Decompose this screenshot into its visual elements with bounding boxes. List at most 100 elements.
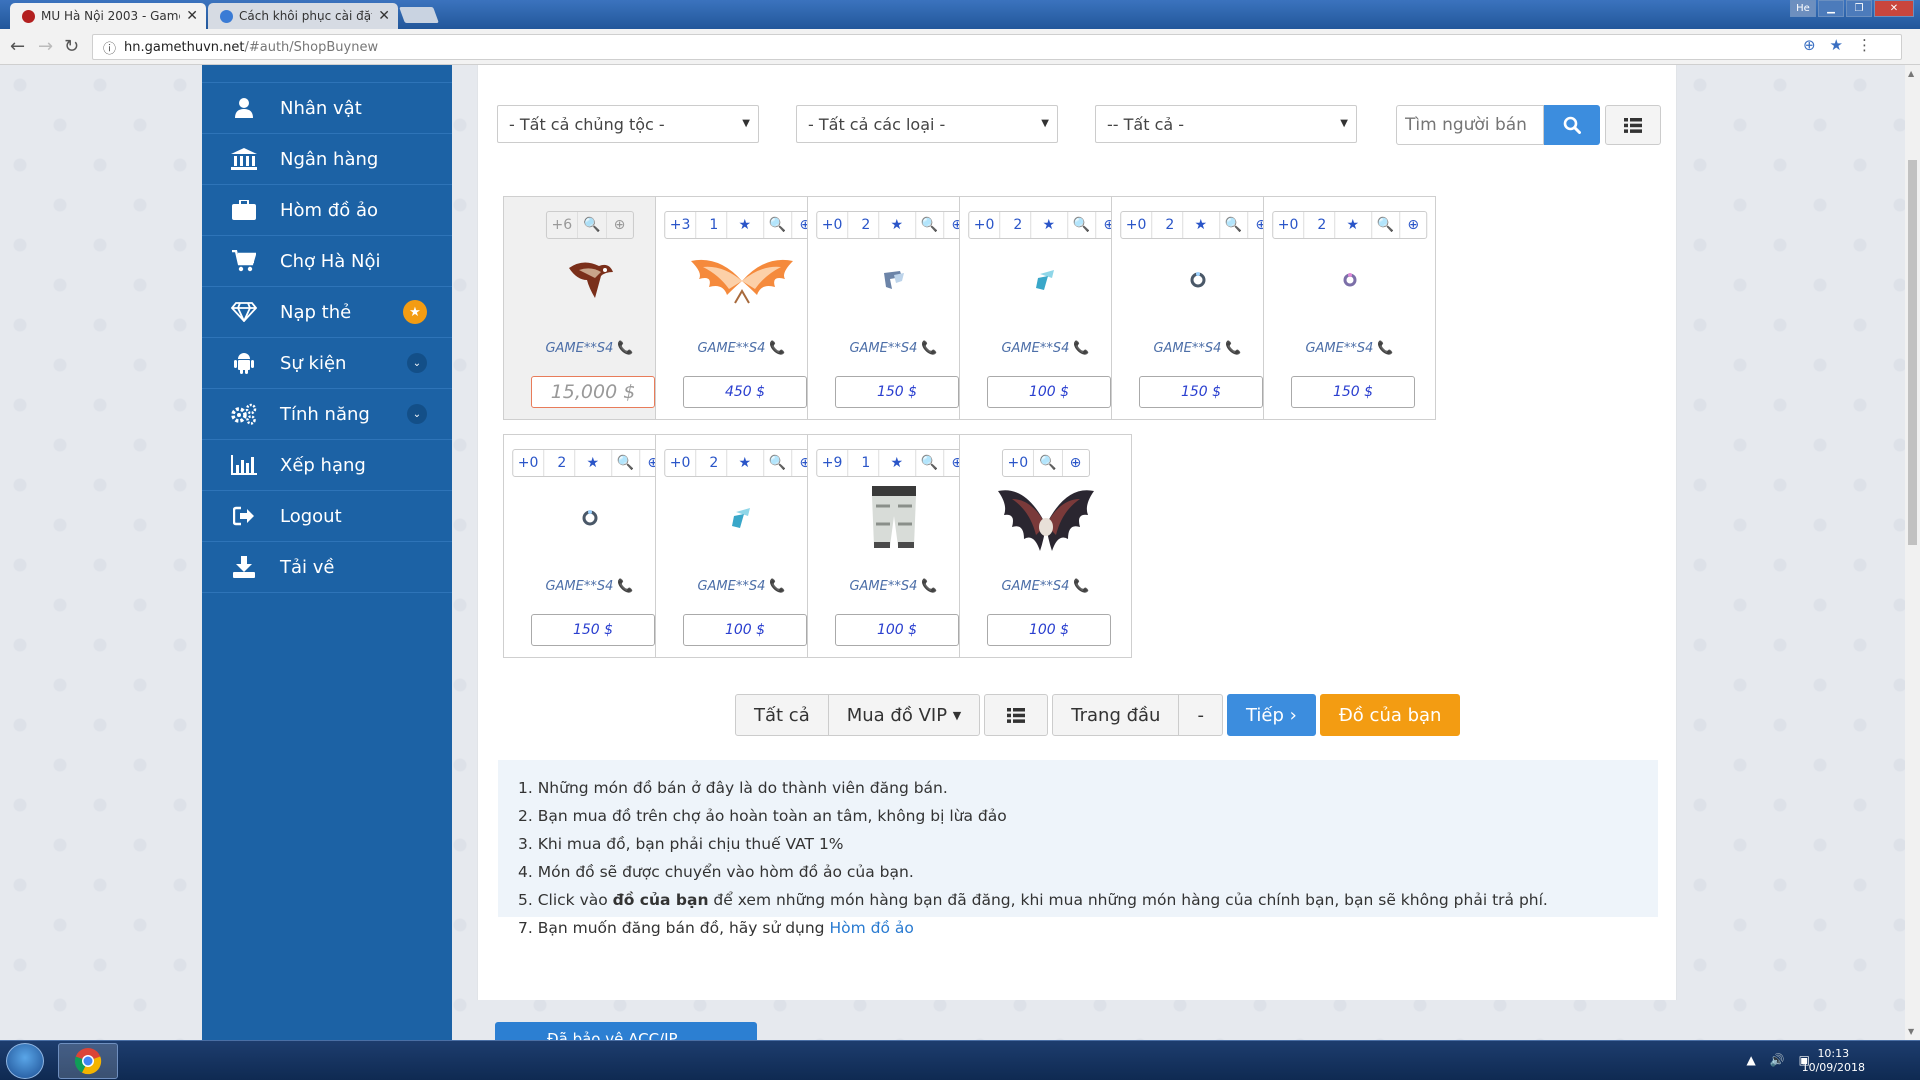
search-icon[interactable]: 🔍 bbox=[612, 450, 641, 476]
zoom-in-icon[interactable]: ⊕ bbox=[1400, 212, 1426, 238]
list-view-button[interactable] bbox=[1605, 105, 1661, 145]
scroll-down-icon[interactable]: ▼ bbox=[1908, 1027, 1914, 1036]
search-button[interactable] bbox=[1544, 105, 1600, 145]
item-image[interactable] bbox=[960, 245, 1131, 315]
maximize-icon[interactable]: ❐ bbox=[1846, 0, 1872, 17]
url-field[interactable]: ⓘ hn.gamethuvn.net/#auth/ShopBuynew bbox=[92, 34, 1902, 60]
item-image[interactable] bbox=[656, 245, 827, 315]
tray-arrow-icon[interactable]: ▲ bbox=[1746, 1053, 1755, 1067]
phone-icon[interactable]: 📞 bbox=[1377, 341, 1393, 356]
profile-button[interactable]: He bbox=[1790, 0, 1816, 17]
item-card[interactable]: +0 2 ★ 🔍 ⊕ GAME**S4 📞 100 $ bbox=[959, 196, 1132, 420]
windows-start-icon[interactable] bbox=[6, 1043, 44, 1079]
chevron-down-icon[interactable]: ⌄ bbox=[407, 353, 427, 373]
zoom-in-icon[interactable]: ⊕ bbox=[607, 212, 633, 238]
volume-icon[interactable]: 🔊 bbox=[1770, 1053, 1785, 1067]
sidebar-item-nap-the[interactable]: Nạp thẻ ★ bbox=[202, 287, 452, 338]
price-button[interactable]: 150 $ bbox=[835, 376, 959, 408]
item-card[interactable]: +0 2 ★ 🔍 ⊕ GAME**S4 📞 150 $ bbox=[807, 196, 980, 420]
next-page-button[interactable]: Tiếp › bbox=[1226, 694, 1316, 736]
list-view-button[interactable] bbox=[984, 694, 1049, 736]
sidebar-item-ngan-hang[interactable]: Ngân hàng bbox=[202, 134, 452, 185]
chrome-taskbar-icon[interactable] bbox=[58, 1043, 118, 1079]
zoom-icon[interactable]: ⊕ bbox=[1803, 36, 1816, 54]
my-items-button[interactable]: Đồ của bạn bbox=[1319, 694, 1461, 736]
item-card[interactable]: +9 1 ★ 🔍 ⊕ GAME**S4 📞 100 $ bbox=[807, 434, 980, 658]
chevron-down-icon[interactable]: ⌄ bbox=[407, 404, 427, 424]
virtual-chest-link[interactable]: Hòm đồ ảo bbox=[829, 919, 913, 937]
phone-icon[interactable]: 📞 bbox=[1225, 341, 1241, 356]
scroll-thumb[interactable] bbox=[1908, 160, 1917, 545]
search-icon[interactable]: 🔍 bbox=[764, 212, 793, 238]
clock[interactable]: 10:13 10/09/2018 bbox=[1802, 1047, 1865, 1075]
sidebar-item-tai-ve[interactable]: Tải về bbox=[202, 542, 452, 593]
all-button[interactable]: Tất cả bbox=[735, 694, 829, 736]
item-card[interactable]: +0 2 ★ 🔍 ⊕ GAME**S4 📞 150 $ bbox=[503, 434, 676, 658]
sidebar-item-su-kien[interactable]: Sự kiện ⌄ bbox=[202, 338, 452, 389]
minimize-icon[interactable]: ▁ bbox=[1818, 0, 1844, 17]
vip-dropdown-button[interactable]: Mua đồ VIP ▼ bbox=[827, 694, 981, 736]
search-icon[interactable]: 🔍 bbox=[1372, 212, 1401, 238]
price-button[interactable]: 100 $ bbox=[835, 614, 959, 646]
item-image[interactable] bbox=[504, 245, 675, 315]
scroll-up-icon[interactable]: ▲ bbox=[1908, 69, 1914, 78]
phone-icon[interactable]: 📞 bbox=[769, 341, 785, 356]
info-icon[interactable]: ⓘ bbox=[103, 38, 116, 57]
browser-tab-active[interactable]: MU Hà Nội 2003 - Game ✕ bbox=[10, 3, 206, 29]
search-icon[interactable]: 🔍 bbox=[764, 450, 793, 476]
phone-icon[interactable]: 📞 bbox=[921, 579, 937, 594]
page-scrollbar[interactable]: ▲ ▼ bbox=[1905, 65, 1920, 1040]
phone-icon[interactable]: 📞 bbox=[1073, 579, 1089, 594]
phone-icon[interactable]: 📞 bbox=[921, 341, 937, 356]
item-card[interactable]: +0 🔍 ⊕ GAME**S4 📞 100 $ bbox=[959, 434, 1132, 658]
price-button[interactable]: 450 $ bbox=[683, 376, 807, 408]
item-card[interactable]: +0 2 ★ 🔍 ⊕ GAME**S4 📞 100 $ bbox=[655, 434, 828, 658]
phone-icon[interactable]: 📞 bbox=[769, 579, 785, 594]
zoom-in-icon[interactable]: ⊕ bbox=[1063, 450, 1089, 476]
browser-tab-2[interactable]: Cách khôi phục cài đặt gố ✕ bbox=[208, 3, 398, 29]
item-image[interactable] bbox=[808, 483, 979, 553]
search-icon[interactable]: 🔍 bbox=[1220, 212, 1249, 238]
item-image[interactable] bbox=[808, 245, 979, 315]
phone-icon[interactable]: 📞 bbox=[617, 341, 633, 356]
search-icon[interactable]: 🔍 bbox=[578, 212, 607, 238]
price-button[interactable]: 15,000 $ bbox=[531, 376, 655, 408]
close-window-icon[interactable]: ✕ bbox=[1874, 0, 1914, 17]
price-button[interactable]: 100 $ bbox=[683, 614, 807, 646]
price-button[interactable]: 100 $ bbox=[987, 376, 1111, 408]
item-card[interactable]: +3 1 ★ 🔍 ⊕ GAME**S4 📞 450 $ bbox=[655, 196, 828, 420]
phone-icon[interactable]: 📞 bbox=[617, 579, 633, 594]
bookmark-star-icon[interactable]: ★ bbox=[1830, 36, 1843, 54]
sidebar-item-nhan-vat[interactable]: Nhân vật bbox=[202, 83, 452, 134]
price-button[interactable]: 150 $ bbox=[1291, 376, 1415, 408]
forward-icon[interactable]: → bbox=[38, 36, 53, 57]
search-icon[interactable]: 🔍 bbox=[916, 450, 945, 476]
item-image[interactable] bbox=[1112, 245, 1283, 315]
close-tab-icon[interactable]: ✕ bbox=[378, 8, 390, 24]
close-tab-icon[interactable]: ✕ bbox=[186, 8, 198, 24]
race-select[interactable]: - Tất cả chủng tộc - ▼ bbox=[497, 105, 759, 143]
new-tab-button[interactable] bbox=[399, 7, 439, 23]
item-image[interactable] bbox=[1264, 245, 1435, 315]
menu-kebab-icon[interactable]: ⋮ bbox=[1857, 36, 1872, 54]
back-icon[interactable]: ← bbox=[10, 36, 25, 57]
item-card[interactable]: +0 2 ★ 🔍 ⊕ GAME**S4 📞 150 $ bbox=[1263, 196, 1436, 420]
seller-search-input[interactable] bbox=[1396, 105, 1544, 145]
sidebar-item-xep-hang[interactable]: Xếp hạng bbox=[202, 440, 452, 491]
search-icon[interactable]: 🔍 bbox=[1068, 212, 1097, 238]
sidebar-item-cho-ha-noi[interactable]: Chợ Hà Nội bbox=[202, 236, 452, 287]
price-button[interactable]: 100 $ bbox=[987, 614, 1111, 646]
item-image[interactable] bbox=[656, 483, 827, 553]
sidebar-item-hom-do-ao[interactable]: Hòm đồ ảo bbox=[202, 185, 452, 236]
all-select[interactable]: -- Tất cả - ▼ bbox=[1095, 105, 1357, 143]
price-button[interactable]: 150 $ bbox=[531, 614, 655, 646]
phone-icon[interactable]: 📞 bbox=[1073, 341, 1089, 356]
search-icon[interactable]: 🔍 bbox=[916, 212, 945, 238]
reload-icon[interactable]: ↻ bbox=[64, 36, 79, 57]
sidebar-item-logout[interactable]: Logout bbox=[202, 491, 452, 542]
sidebar-item-tinh-nang[interactable]: Tính năng ⌄ bbox=[202, 389, 452, 440]
first-page-button[interactable]: Trang đầu bbox=[1052, 694, 1180, 736]
item-card[interactable]: +0 2 ★ 🔍 ⊕ GAME**S4 📞 150 $ bbox=[1111, 196, 1284, 420]
item-card[interactable]: +6 🔍 ⊕ GAME**S4 📞 15,000 $ bbox=[503, 196, 676, 420]
account-protection-button[interactable]: Đã bảo vệ ACC/IP bbox=[495, 1022, 757, 1040]
